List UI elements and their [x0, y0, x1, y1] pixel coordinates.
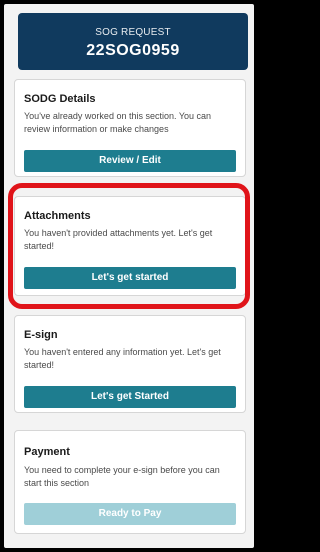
section-description: You need to complete your e-sign before … [24, 465, 220, 488]
attachments-start-button[interactable]: Let's get started [24, 267, 236, 289]
section-card-payment: Payment You need to complete your e-sign… [14, 430, 246, 534]
section-description: You've already worked on this section. Y… [24, 111, 212, 134]
section-card-attachments: Attachments You haven't provided attachm… [14, 196, 246, 296]
esign-start-button[interactable]: Let's get Started [24, 386, 236, 408]
section-title: E-sign [24, 329, 58, 341]
section-description: You haven't provided attachments yet. Le… [24, 228, 213, 251]
section-card-sodg-details: SODG Details You've already worked on th… [14, 79, 246, 177]
ready-to-pay-button: Ready to Pay [24, 503, 236, 525]
section-description: You haven't entered any information yet.… [24, 347, 221, 370]
request-header: SOG REQUEST 22SOG0959 [18, 13, 248, 70]
section-title: Attachments [24, 210, 91, 222]
section-title: SODG Details [24, 93, 96, 105]
section-title: Payment [24, 446, 70, 458]
review-edit-button[interactable]: Review / Edit [24, 150, 236, 172]
request-label: SOG REQUEST [95, 27, 171, 38]
request-id: 22SOG0959 [86, 42, 180, 59]
section-card-esign: E-sign You haven't entered any informati… [14, 315, 246, 413]
